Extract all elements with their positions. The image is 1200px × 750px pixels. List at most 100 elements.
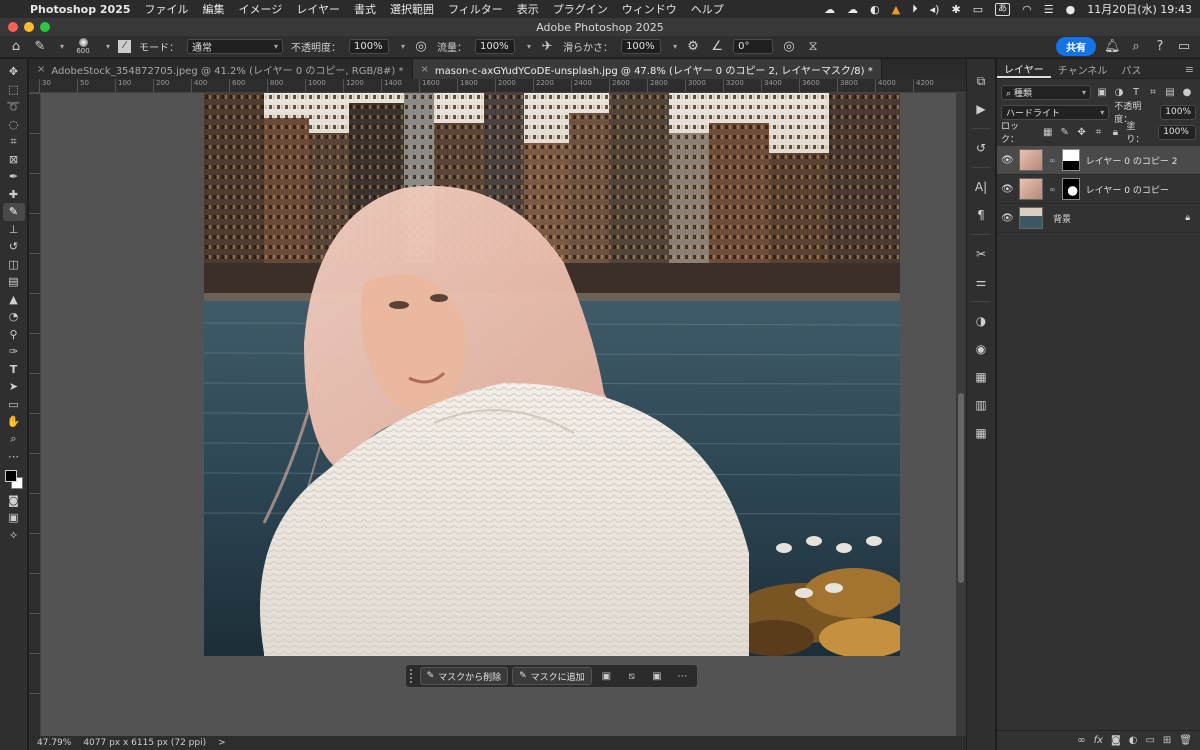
menu-edit[interactable]: 編集: [203, 1, 225, 17]
layer-thumbnail[interactable]: [1019, 149, 1043, 171]
document-tab-active[interactable]: × mason-c-axGYudYCoDE-unsplash.jpg @ 47.…: [412, 59, 882, 79]
healing-brush-tool-icon[interactable]: ✚: [3, 186, 25, 204]
close-icon[interactable]: ×: [421, 64, 429, 75]
more-tools-icon[interactable]: ⋯: [3, 448, 25, 466]
gradient-tool-icon[interactable]: ▤: [3, 273, 25, 291]
brush-settings-icon[interactable]: ⁄: [118, 40, 132, 53]
history-brush-tool-icon[interactable]: ↺: [3, 238, 25, 256]
invert-mask-icon[interactable]: ⧅: [621, 667, 642, 685]
menu-help[interactable]: ヘルプ: [691, 1, 724, 17]
zoom-window-button[interactable]: [40, 22, 50, 32]
filter-shape-icon[interactable]: ⌗: [1147, 87, 1159, 98]
filter-smart-object-icon[interactable]: ▤: [1164, 87, 1176, 98]
pressure-size-icon[interactable]: ◎: [781, 39, 797, 54]
add-to-mask-button[interactable]: ✎ マスクに追加: [512, 667, 592, 685]
menu-filter[interactable]: フィルター: [448, 1, 503, 17]
brush-tool-preset-icon[interactable]: ✎: [32, 39, 48, 54]
tab-paths[interactable]: パス: [1114, 60, 1148, 78]
layer-row[interactable]: 👁︎ ∞ レイヤー 0 のコピー: [997, 175, 1200, 204]
character-panel-icon[interactable]: A|: [971, 175, 991, 199]
document-canvas[interactable]: [204, 93, 900, 656]
home-icon[interactable]: ⌂: [8, 39, 24, 54]
status-menu-arrow[interactable]: >: [218, 738, 226, 748]
history-panel-icon[interactable]: ⧉: [971, 69, 991, 93]
layer-row[interactable]: 👁︎ ∞ レイヤー 0 のコピー 2: [997, 146, 1200, 175]
color-panel-icon[interactable]: ◉: [971, 337, 991, 361]
opacity-field[interactable]: 100%: [349, 39, 390, 54]
play-icon[interactable]: ⏵: [912, 2, 918, 16]
paragraph-panel-icon[interactable]: ¶: [971, 203, 991, 227]
bluetooth-icon[interactable]: ✱: [951, 3, 960, 16]
chevron-down-icon[interactable]: ▾: [673, 42, 677, 51]
foreground-color-swatch[interactable]: [4, 469, 17, 482]
menu-type[interactable]: 書式: [354, 1, 376, 17]
lock-transparency-icon[interactable]: ▦: [1042, 127, 1054, 138]
layer-thumbnail[interactable]: [1019, 178, 1043, 200]
link-icon[interactable]: ∞: [1049, 185, 1056, 194]
brush-preset-picker[interactable]: 600: [72, 37, 94, 56]
icloud-icon[interactable]: ☁: [847, 3, 858, 16]
canvas-area[interactable]: [41, 93, 956, 736]
more-options-icon[interactable]: ⋯: [672, 667, 693, 685]
hand-tool-icon[interactable]: ✋: [3, 413, 25, 431]
history-brush-panel-icon[interactable]: ↺: [971, 136, 991, 160]
chevron-down-icon[interactable]: ▾: [401, 42, 405, 51]
lock-position-icon[interactable]: ✥: [1076, 127, 1088, 138]
vlc-icon[interactable]: ▲: [892, 3, 900, 16]
new-group-icon[interactable]: ▭: [1145, 735, 1154, 746]
search-icon[interactable]: ⌕: [1128, 39, 1144, 54]
app-menu[interactable]: Photoshop 2025: [30, 3, 131, 16]
adjustments-panel-icon[interactable]: ◑: [971, 309, 991, 333]
minimize-window-button[interactable]: [24, 22, 34, 32]
adjustments-sliders-icon[interactable]: ⚌: [971, 270, 991, 294]
control-center-icon[interactable]: ☰: [1044, 3, 1054, 16]
dodge-tool-icon[interactable]: ◔: [3, 308, 25, 326]
lock-all-icon[interactable]: 🔒︎: [1109, 127, 1121, 138]
menu-layer[interactable]: レイヤー: [296, 1, 340, 17]
menu-plugins[interactable]: プラグイン: [553, 1, 608, 17]
volume-icon[interactable]: ◂): [930, 3, 940, 16]
creative-cloud-icon[interactable]: ☁: [824, 3, 835, 16]
zoom-level[interactable]: 47.79%: [37, 738, 71, 748]
angle-field[interactable]: 0°: [733, 39, 774, 54]
frame-tool-icon[interactable]: ⊠: [3, 151, 25, 169]
subtract-from-mask-button[interactable]: ✎ マスクから削除: [419, 667, 509, 685]
close-window-button[interactable]: [8, 22, 18, 32]
menu-select[interactable]: 選択範囲: [390, 1, 434, 17]
vertical-ruler[interactable]: [29, 93, 41, 736]
generate-image-icon[interactable]: ✧: [3, 527, 25, 545]
layer-filter-select[interactable]: ⌕ 種類 ▾: [1001, 84, 1091, 100]
airbrush-icon[interactable]: ✈: [539, 39, 555, 54]
layer-name[interactable]: レイヤー 0 のコピー: [1086, 183, 1169, 196]
actions-panel-icon[interactable]: ▶: [971, 97, 991, 121]
vertical-scrollbar[interactable]: [956, 93, 966, 736]
menu-image[interactable]: イメージ: [239, 1, 283, 17]
filter-pixel-icon[interactable]: ▣: [1096, 87, 1108, 98]
new-adjustment-layer-icon[interactable]: ◐: [1129, 735, 1138, 746]
visibility-eye-icon[interactable]: 👁︎: [1001, 213, 1014, 224]
sync-icon[interactable]: ◐: [870, 3, 880, 16]
blur-tool-icon[interactable]: ▲: [3, 291, 25, 309]
link-layers-icon[interactable]: ∞: [1077, 735, 1085, 746]
chevron-down-icon[interactable]: ▾: [106, 42, 110, 51]
layer-opacity-field[interactable]: 100%: [1160, 104, 1196, 120]
color-swatches[interactable]: [3, 468, 25, 492]
layer-mask-thumbnail[interactable]: [1061, 178, 1080, 200]
layer-mask-thumbnail[interactable]: [1061, 149, 1080, 171]
layer-thumbnail[interactable]: [1019, 207, 1043, 229]
fill-field[interactable]: 100%: [1158, 124, 1197, 140]
visibility-eye-icon[interactable]: 👁︎: [1001, 155, 1014, 166]
move-tool-icon[interactable]: ✥: [3, 63, 25, 81]
chevron-down-icon[interactable]: ▾: [60, 42, 64, 51]
tab-channels[interactable]: チャンネル: [1051, 60, 1115, 78]
crop-tool-icon[interactable]: ⌗: [3, 133, 25, 151]
menubar-clock[interactable]: 11月20日(水) 19:43: [1087, 1, 1192, 17]
pressure-opacity-icon[interactable]: ◎: [413, 39, 429, 54]
quick-mask-icon[interactable]: ◙: [3, 492, 25, 510]
layer-style-icon[interactable]: fx: [1094, 735, 1103, 746]
layer-name[interactable]: レイヤー 0 のコピー 2: [1086, 154, 1178, 167]
horizontal-ruler[interactable]: 30 50 100 200 400 600 800 1000 1200 1400 1600 1800 2…: [29, 79, 966, 93]
filter-adjustment-icon[interactable]: ◑: [1113, 87, 1125, 98]
menu-window[interactable]: ウィンドウ: [622, 1, 677, 17]
siri-icon[interactable]: ●: [1066, 3, 1076, 16]
